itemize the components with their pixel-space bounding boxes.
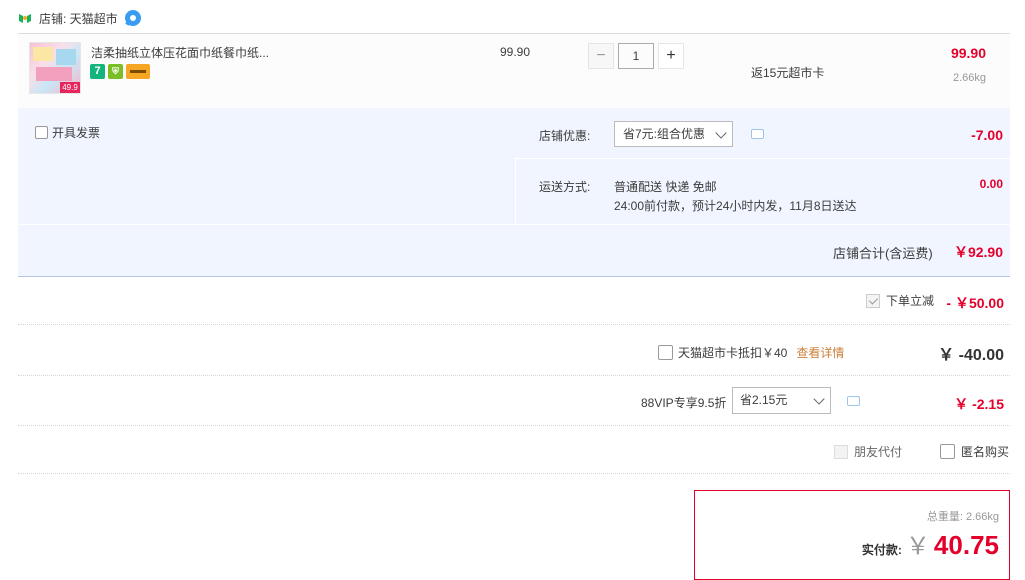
total-weight-value: 2.66kg (965, 511, 999, 523)
view-details-link[interactable]: 查看详情 (796, 344, 844, 361)
store-discount-selected: 省7元:组合优惠 (623, 127, 706, 141)
vip-discount-label: 88VIP专享9.5折 (641, 396, 727, 410)
guarantee-icon[interactable]: ⛨ (108, 64, 123, 79)
invoice-label: 开具发票 (52, 126, 101, 140)
order-discount-checkbox[interactable] (866, 293, 880, 308)
supermarket-card-amount: ￥ -40.00 (938, 347, 1004, 364)
item-weight: 2.66kg (952, 72, 986, 84)
store-discount-label: 店铺优惠: (539, 129, 591, 143)
shipping-method: 普通配送 快递 免邮 (614, 180, 717, 194)
actual-payment-label: 实付款: (861, 543, 902, 557)
actual-payment: 实付款: ￥ 40.75 (862, 526, 999, 561)
invoice-checkbox[interactable] (35, 126, 48, 139)
shipping-label: 运送方式: (539, 180, 591, 194)
store-total-label: 店铺合计(含运费) (833, 246, 933, 261)
chat-seller-icon[interactable] (124, 10, 141, 26)
quantity-stepper: − 1 + (588, 43, 684, 69)
shipping-eta: 24:00前付款，预计24小时内发，11月8日送达 (614, 199, 857, 213)
tmall-store-icon (19, 14, 31, 23)
vip-info-icon[interactable] (847, 396, 860, 406)
supermarket-card-checkbox[interactable] (658, 345, 673, 360)
order-discount-amount: - ￥50.00 (946, 295, 1004, 311)
product-title[interactable]: 洁柔抽纸立体压花面巾纸餐巾纸... (91, 44, 269, 61)
friend-pay-option: 朋友代付 (834, 443, 902, 460)
service-badges: 7 ⛨ (90, 64, 150, 79)
vip-discount-select[interactable]: 省2.15元 (732, 387, 831, 414)
vip-discount-selected: 省2.15元 (740, 393, 788, 407)
anonymous-label: 匿名购买 (961, 445, 1010, 459)
thumbnail-price-tag: 49.9 (60, 82, 80, 93)
cart-item-row: 49.9 洁柔抽纸立体压花面巾纸餐巾纸... 7 ⛨ 99.90 − 1 + 返… (18, 33, 1010, 109)
shipping-amount: 0.00 (979, 177, 1003, 191)
friend-pay-label: 朋友代付 (854, 445, 903, 459)
store-discount-amount: -7.00 (971, 127, 1003, 143)
friend-pay-checkbox[interactable] (834, 444, 848, 459)
store-header: 店铺: 天猫超市 (18, 8, 141, 28)
vip-discount-amount: ￥ -2.15 (954, 396, 1004, 412)
supermarket-card-option: 天猫超市卡抵扣￥40 查看详情 (658, 344, 844, 361)
anonymous-purchase-option: 匿名购买 (940, 443, 1009, 460)
store-name[interactable]: 店铺: 天猫超市 (39, 10, 118, 27)
chevron-down-icon (715, 127, 727, 139)
item-total-price: 99.90 (950, 45, 986, 61)
product-thumbnail[interactable]: 49.9 (29, 42, 81, 94)
store-total-amount: ￥92.90 (953, 244, 1003, 260)
invoice-option[interactable]: 开具发票 (35, 124, 100, 141)
seven-day-return-icon[interactable]: 7 (90, 64, 105, 79)
actual-payment-amount: 40.75 (933, 530, 999, 560)
store-options-panel: 开具发票 店铺优惠: 省7元:组合优惠 -7.00 运送方式: 普通配送 快递 … (18, 108, 1010, 277)
credit-card-icon[interactable] (126, 64, 150, 79)
supermarket-card-label: 天猫超市卡抵扣￥40 (678, 346, 788, 360)
unit-price: 99.90 (500, 45, 531, 59)
increase-quantity-button[interactable]: + (658, 43, 684, 69)
payment-summary-box: 总重量: 2.66kg 实付款: ￥ 40.75 (694, 490, 1010, 580)
anonymous-checkbox[interactable] (940, 444, 955, 459)
currency-symbol: ￥ (905, 533, 930, 560)
discount-info-icon[interactable] (751, 129, 764, 139)
quantity-input[interactable]: 1 (618, 43, 654, 69)
order-discount-option: 下单立减 (866, 292, 934, 309)
rebate-text: 返15元超市卡 (751, 66, 825, 80)
order-discount-label: 下单立减 (886, 294, 935, 308)
total-weight-label: 总重量: (926, 511, 963, 523)
decrease-quantity-button[interactable]: − (588, 43, 614, 69)
chevron-down-icon (813, 393, 825, 405)
store-discount-select[interactable]: 省7元:组合优惠 (614, 121, 733, 147)
total-weight: 总重量: 2.66kg (927, 508, 999, 524)
